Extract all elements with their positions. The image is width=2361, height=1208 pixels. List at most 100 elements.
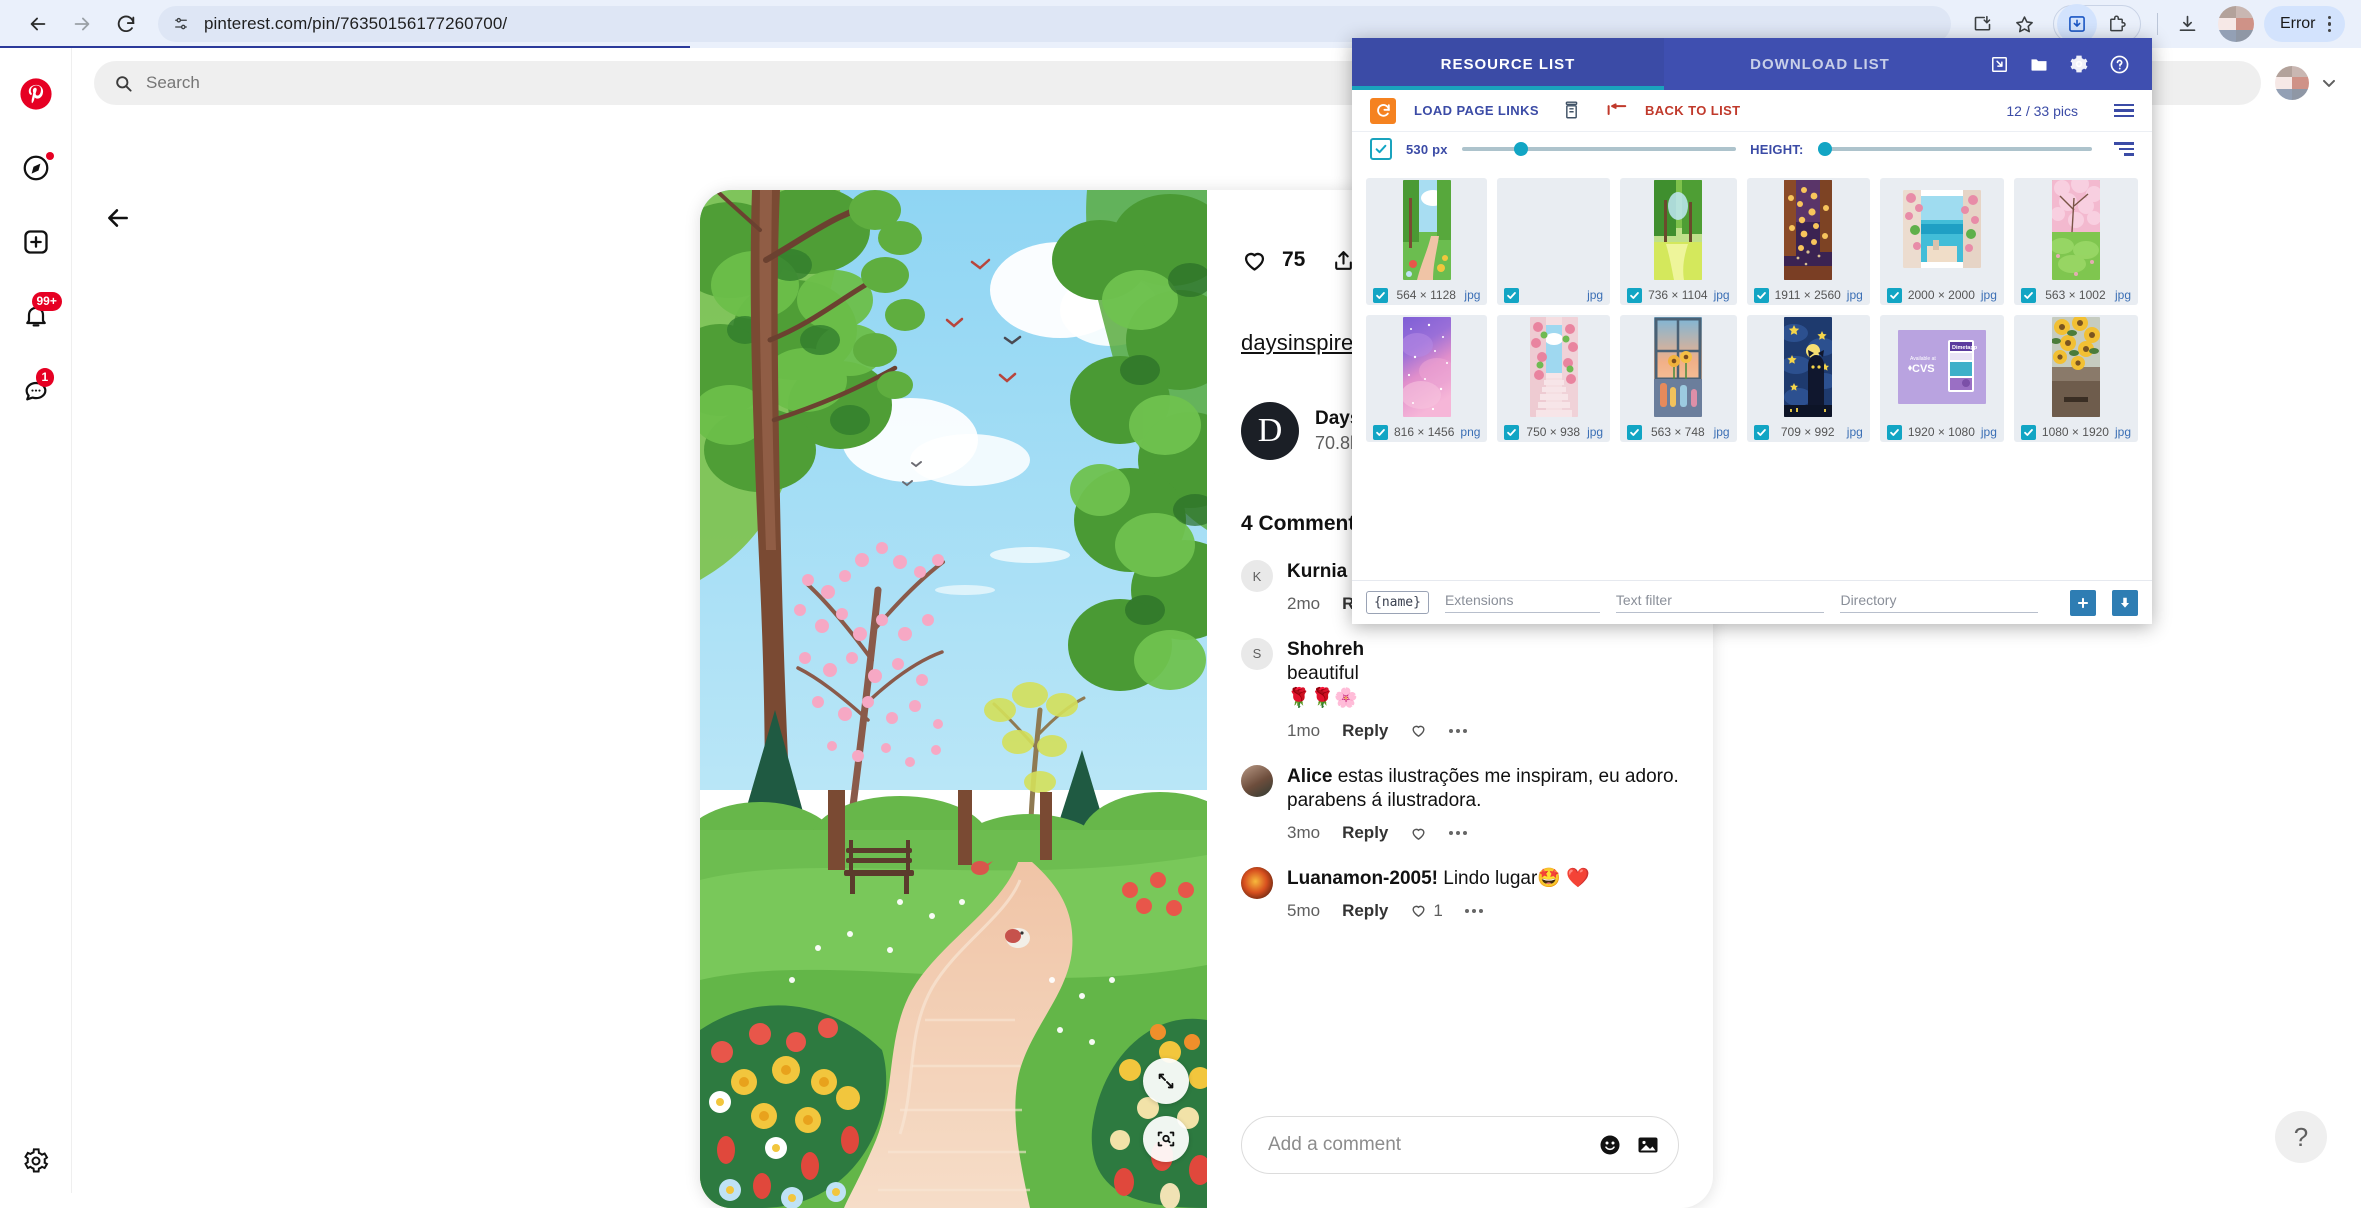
comment-reply-button[interactable]: Reply [1342,901,1388,921]
thumbnail-card[interactable]: 564 × 1128 jpg [1366,178,1488,305]
add-button[interactable] [2070,589,2096,616]
width-filter-slider[interactable] [1461,142,1737,156]
sidebar-settings[interactable] [0,1147,72,1175]
browser-forward-button[interactable] [60,2,104,46]
thumbnail-card[interactable]: 1080 × 1920 jpg [2013,315,2138,442]
thumbnail-checkbox[interactable] [1504,287,1520,303]
back-arrow-icon[interactable] [1606,103,1627,118]
error-status-button[interactable]: Error [2263,6,2345,42]
load-page-links-button[interactable]: LOAD PAGE LINKS [1414,103,1539,118]
comment-like-button[interactable] [1410,825,1427,842]
height-filter-slider[interactable] [1817,142,2092,156]
comment-meta: 5mo Reply 1 [1287,901,1679,921]
help-fab-button[interactable]: ? [2275,1111,2327,1163]
thumbnail-extension: jpg [1713,425,1730,439]
heart-icon[interactable] [1241,247,1268,274]
pin-back-button[interactable] [98,198,138,238]
height-slider-knob[interactable] [1817,142,1832,156]
comment-avatar[interactable] [1241,764,1273,797]
thumbnail-checkbox[interactable] [1627,287,1643,303]
tab-download-list[interactable]: DOWNLOAD LIST [1664,38,1976,90]
thumbnail-card[interactable]: 736 × 1104 jpg [1620,178,1737,305]
comment-like-button[interactable] [1410,722,1427,739]
chevron-down-icon[interactable] [2319,73,2339,93]
account-avatar[interactable] [2275,66,2309,100]
download-all-button[interactable] [2112,589,2138,616]
screenshot-icon[interactable] [1990,55,2009,74]
tab-resource-list[interactable]: RESOURCE LIST [1352,38,1664,90]
thumbnail-card[interactable]: 709 × 992 jpg [1746,315,1870,442]
comment-like-button[interactable]: 1 [1410,901,1443,921]
sidebar-item-notifications[interactable]: 99+ [10,290,62,342]
plus-icon [2077,597,2089,608]
thumbnail-card[interactable]: 1911 × 2560 jpg [1746,178,1870,305]
comment-more-button[interactable] [1449,728,1468,733]
sidebar-item-messages[interactable]: 1 [10,364,62,416]
browser-back-button[interactable] [16,2,60,46]
pin-illustration-svg [700,190,1207,1208]
thumbnail-checkbox[interactable] [2020,424,2036,440]
height-filter-label: HEIGHT: [1750,141,1804,157]
sidebar-item-explore[interactable] [10,142,62,194]
thumbnail-checkbox[interactable] [1886,287,1902,303]
sort-icon[interactable] [2114,142,2134,156]
thumbnail-card[interactable]: 750 × 938 jpg [1497,315,1611,442]
comment-avatar[interactable] [1241,867,1273,900]
comment-meta: 1mo Reply [1287,721,1679,741]
thumbnail-checkbox[interactable] [1504,424,1520,440]
browser-reload-button[interactable] [104,2,148,46]
comment-more-button[interactable] [1464,908,1483,913]
thumbnail-checkbox[interactable] [2020,287,2036,303]
three-dot-menu-icon[interactable] [2327,15,2331,33]
address-bar[interactable]: pinterest.com/pin/76350156177260700/ [158,6,1951,42]
thumbnail-card[interactable]: 563 × 1002 jpg [2013,178,2138,305]
comment-more-button[interactable] [1449,831,1468,836]
downloads-icon[interactable] [2168,4,2208,44]
comment-avatar[interactable]: K [1241,560,1273,592]
image-icon[interactable] [1636,1133,1660,1157]
thumbnail-card[interactable]: jpg [1497,178,1611,305]
thumbnail-checkbox[interactable] [1373,424,1388,440]
copy-icon[interactable] [1563,101,1580,120]
back-to-list-button[interactable]: BACK TO LIST [1645,103,1741,118]
thumbnail-image: Available at CVS Dimetapp [1897,330,1986,404]
comment-reply-button[interactable]: Reply [1342,721,1388,741]
thumbnail-checkbox[interactable] [1627,424,1643,440]
extensions-filter-input[interactable]: Extensions [1444,592,1600,613]
thumbnail-card[interactable]: 2000 × 2000 jpg [1879,178,2004,305]
expand-image-button[interactable] [1143,1058,1189,1104]
thumbnail-checkbox[interactable] [1753,287,1769,303]
text-filter-input[interactable]: Text filter [1615,592,1825,613]
thumbnail-card[interactable]: Available at CVS Dimetapp 1920 × 1080 jp… [1879,315,2004,442]
notifications-badge: 99+ [31,292,62,311]
sidebar-item-create[interactable] [10,216,62,268]
sidebar-item-home[interactable] [10,68,62,120]
thumbnail-checkbox[interactable] [1753,424,1769,440]
thumbnail-card[interactable]: 563 × 748 jpg [1620,315,1737,442]
thumbnail-image [1654,317,1703,417]
reload-button[interactable] [1370,97,1396,124]
thumbnail-meta: 1080 × 1920 jpg [2014,418,2138,442]
folder-icon[interactable] [2029,54,2049,74]
visual-search-button[interactable] [1143,1116,1189,1162]
gear-icon[interactable] [2069,54,2089,74]
filename-pattern-chip[interactable]: {name} [1366,591,1429,614]
thumbnail-checkbox[interactable] [1886,424,1902,440]
thumbnail-card[interactable]: 816 × 1456 png [1366,315,1488,442]
hamburger-icon[interactable] [2114,103,2134,118]
comment-avatar[interactable]: S [1241,637,1273,670]
back-arrow-icon [108,209,128,227]
width-slider-knob[interactable] [1513,142,1528,156]
comment-reply-button[interactable]: Reply [1342,823,1388,843]
pin-image[interactable] [700,190,1207,1208]
directory-input[interactable]: Directory [1840,592,2038,613]
browser-profile-avatar[interactable] [2217,6,2254,42]
comment-compose-box[interactable]: Add a comment [1241,1116,1679,1174]
site-settings-icon[interactable] [172,15,190,33]
help-icon[interactable] [2109,54,2130,75]
emoji-icon[interactable] [1598,1133,1622,1157]
select-all-checkbox[interactable] [1370,138,1392,160]
thumbnail-checkbox[interactable] [1373,287,1388,303]
comment-emoji: 🤩 ❤️ [1537,868,1590,890]
check-icon [2024,291,2033,299]
